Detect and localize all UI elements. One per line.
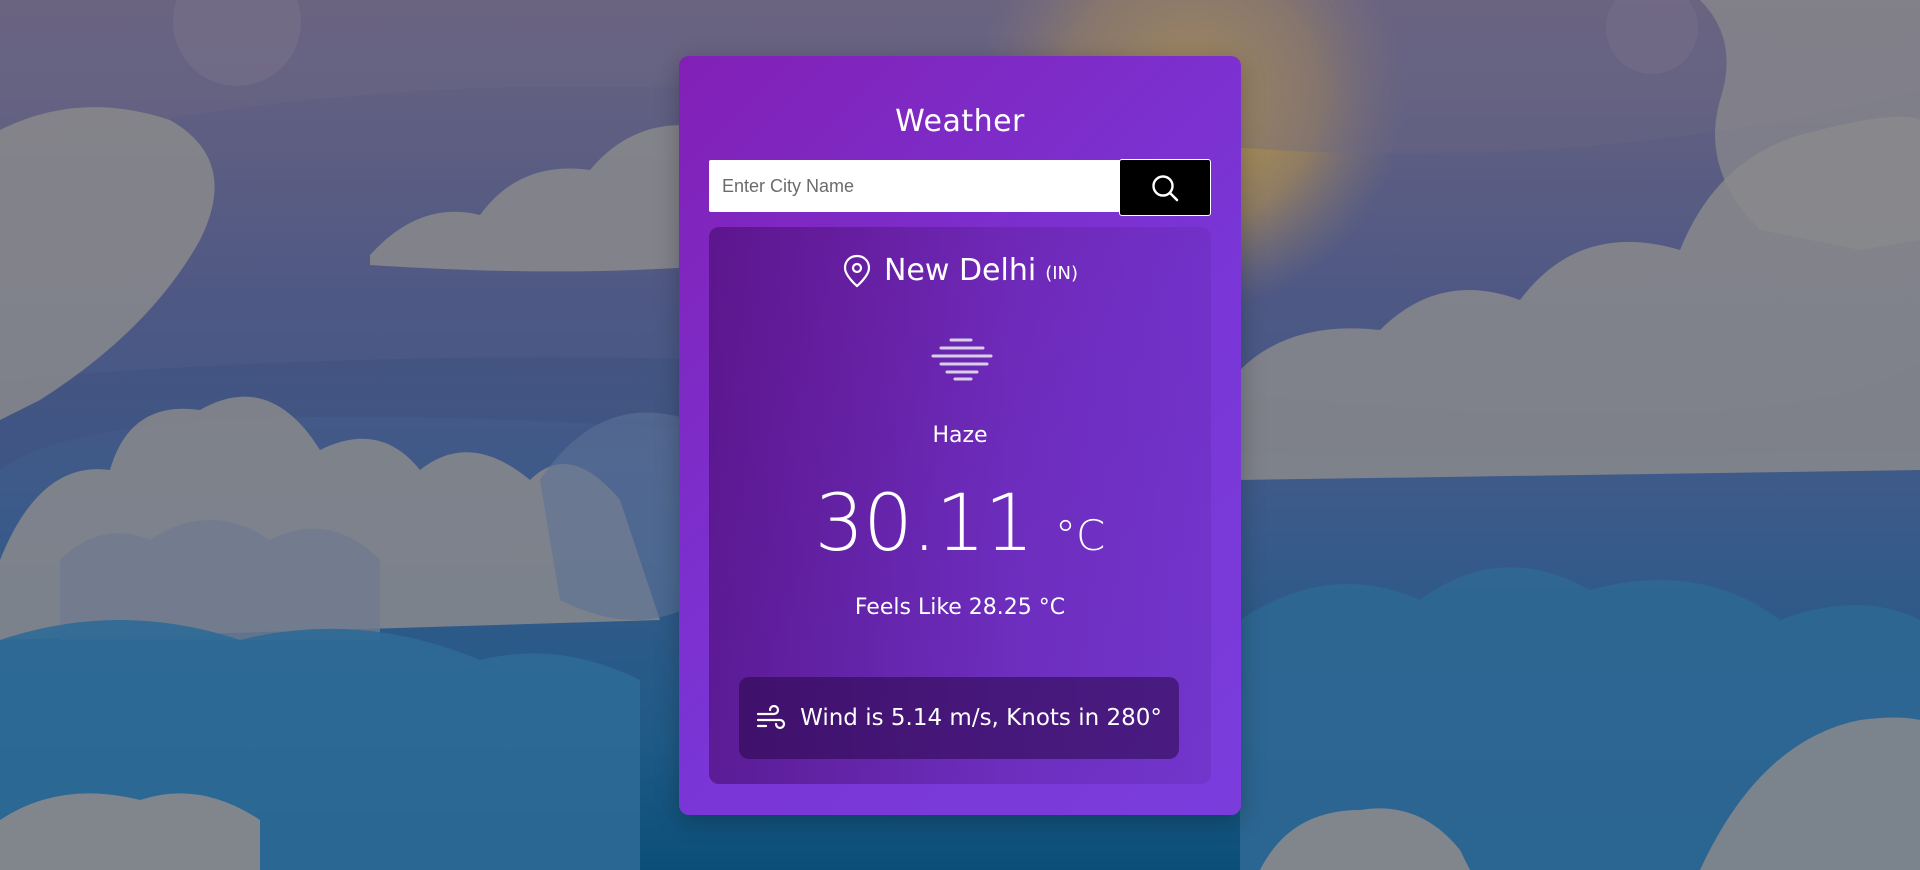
haze-icon: [931, 338, 993, 381]
feels-like: Feels Like 28.25 °C: [854, 595, 1066, 620]
wind-text: Wind is 5.14 m/s, Knots in 280°: [800, 705, 1162, 731]
temperature-value: 30.11: [814, 479, 1034, 569]
weather-card: Weather New Delhi (IN): [679, 56, 1241, 815]
weather-details-panel: New Delhi (IN) Haze 30.11 °C Feels Like …: [709, 227, 1211, 784]
city-name: New Delhi: [883, 253, 1037, 288]
wind-info: Wind is 5.14 m/s, Knots in 280°: [739, 677, 1179, 759]
location: New Delhi (IN): [709, 253, 1211, 288]
temperature-unit: °C: [1054, 511, 1106, 560]
search-button[interactable]: [1119, 159, 1211, 216]
search-bar: [709, 159, 1211, 216]
app-title: Weather: [895, 104, 1025, 139]
map-pin-icon: [843, 254, 871, 287]
weather-condition: Haze: [932, 423, 988, 448]
city-search-input[interactable]: [709, 160, 1120, 212]
temperature: 30.11 °C: [709, 479, 1211, 569]
country-code: (IN): [1045, 263, 1079, 284]
wind-icon: [756, 705, 786, 730]
search-icon: [1152, 174, 1179, 201]
